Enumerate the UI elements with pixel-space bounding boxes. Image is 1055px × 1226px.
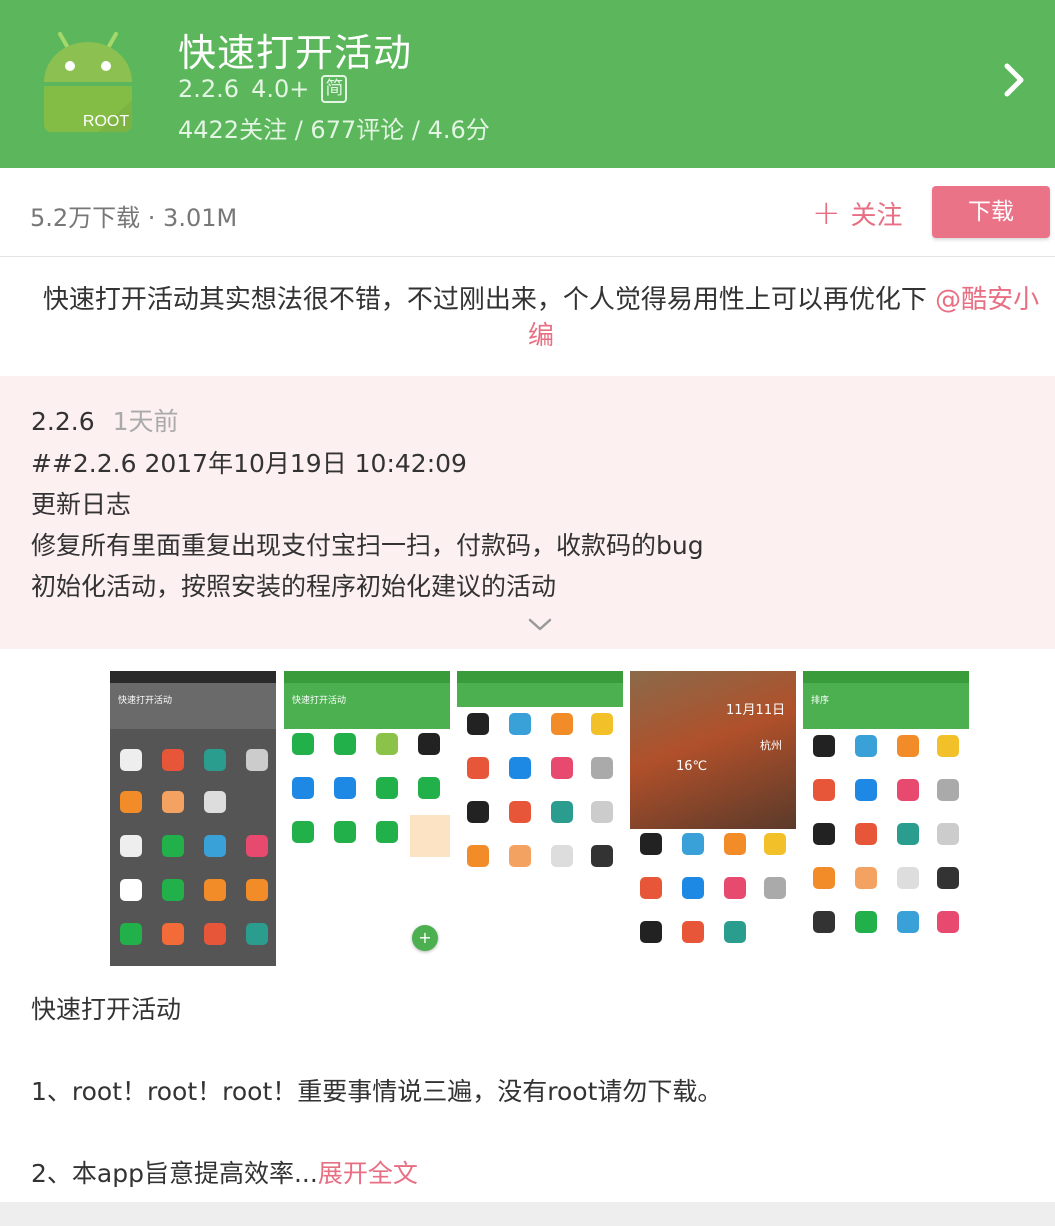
editor-review: 快速打开活动其实想法很不错，不过刚出来，个人觉得易用性上可以再优化下 @酷安小编 bbox=[0, 258, 1055, 376]
app-bar: 快速打开活动 bbox=[284, 683, 450, 729]
review-body: 快速打开活动其实想法很不错，不过刚出来，个人觉得易用性上可以再优化下 bbox=[42, 285, 936, 315]
chevron-right-icon[interactable] bbox=[999, 60, 1029, 100]
changelog-version: 2.2.6 bbox=[31, 407, 95, 436]
download-info: 5.2万下载 · 3.01M bbox=[30, 204, 238, 232]
chevron-down-icon[interactable] bbox=[528, 618, 552, 632]
status-bar bbox=[457, 671, 623, 683]
version-row: 2.2.6 4.0+ 简 bbox=[178, 75, 348, 103]
status-bar bbox=[284, 671, 450, 683]
app-stats: 4422关注 / 677评论 / 4.6分 bbox=[178, 116, 490, 144]
status-bar bbox=[110, 671, 276, 683]
language-badge: 简 bbox=[321, 75, 348, 103]
screenshot-gallery[interactable]: 快速打开活动 快速打开活动 + 11月11日 16℃ 杭州 排序 bbox=[110, 671, 970, 966]
app-header[interactable]: ROOT 快速打开活动 2.2.6 4.0+ 简 4422关注 / 677评论 … bbox=[0, 0, 1055, 168]
expand-full-text-link[interactable]: 展开全文 bbox=[318, 1159, 418, 1188]
status-bar bbox=[803, 671, 969, 683]
screenshot-title: 快速打开活动 bbox=[118, 696, 173, 706]
weather-temp: 16℃ bbox=[676, 759, 708, 774]
android-root-app-icon: ROOT bbox=[44, 32, 132, 132]
changelog-line: ##2.2.6 2017年10月19日 10:42:09 bbox=[31, 449, 467, 478]
plus-icon: + bbox=[812, 193, 841, 233]
app-bar bbox=[457, 683, 623, 707]
changelog-time-ago: 1天前 bbox=[112, 407, 179, 436]
screenshot-thumbnail[interactable]: 排序 bbox=[803, 671, 969, 966]
follow-label: 关注 bbox=[850, 200, 903, 231]
description-line: 2、本app旨意提高效率...展开全文 bbox=[31, 1154, 418, 1190]
screenshot-title: 排序 bbox=[811, 696, 830, 706]
review-text: 快速打开活动其实想法很不错，不过刚出来，个人觉得易用性上可以再优化下 @酷安小编 bbox=[32, 282, 1050, 354]
screenshot-title: 快速打开活动 bbox=[292, 696, 347, 706]
android-requirement: 4.0+ bbox=[251, 75, 310, 103]
download-bar: 5.2万下载 · 3.01M + 关注 下载 bbox=[0, 168, 1055, 257]
changelog-line: 初始化活动，按照安装的程序初始化建议的活动 bbox=[31, 572, 557, 601]
screenshot-thumbnail[interactable] bbox=[457, 671, 623, 966]
description-text: 2、本app旨意提高效率... bbox=[31, 1159, 318, 1188]
weather-city: 杭州 bbox=[760, 739, 782, 752]
screenshot-thumbnail[interactable]: 快速打开活动 bbox=[110, 671, 276, 966]
app-bar: 快速打开活动 bbox=[110, 683, 276, 729]
changelog-header: 2.2.6 1天前 bbox=[31, 402, 179, 438]
changelog-panel[interactable]: 2.2.6 1天前 ##2.2.6 2017年10月19日 10:42:09 更新… bbox=[0, 376, 1055, 649]
changelog-line: 更新日志 bbox=[31, 490, 132, 519]
version-text: 2.2.6 bbox=[178, 75, 240, 103]
screenshot-thumbnail[interactable]: 11月11日 16℃ 杭州 bbox=[630, 671, 796, 966]
add-fab[interactable]: + bbox=[412, 925, 438, 951]
download-button[interactable]: 下载 bbox=[932, 186, 1050, 238]
weather-date: 11月11日 bbox=[726, 703, 786, 718]
follow-button[interactable]: + 关注 bbox=[812, 193, 903, 233]
svg-text:ROOT: ROOT bbox=[83, 113, 129, 130]
changelog-line: 修复所有里面重复出现支付宝扫一扫，付款码，收款码的bug bbox=[31, 531, 704, 560]
app-title: 快速打开活动 bbox=[178, 31, 413, 75]
screenshot-thumbnail[interactable]: 快速打开活动 + bbox=[284, 671, 450, 966]
description-line: 1、root！root！root！重要事情说三遍，没有root请勿下载。 bbox=[31, 1077, 723, 1106]
bottom-divider bbox=[0, 1202, 1055, 1226]
app-bar: 排序 bbox=[803, 683, 969, 729]
description-title: 快速打开活动 bbox=[31, 995, 182, 1024]
